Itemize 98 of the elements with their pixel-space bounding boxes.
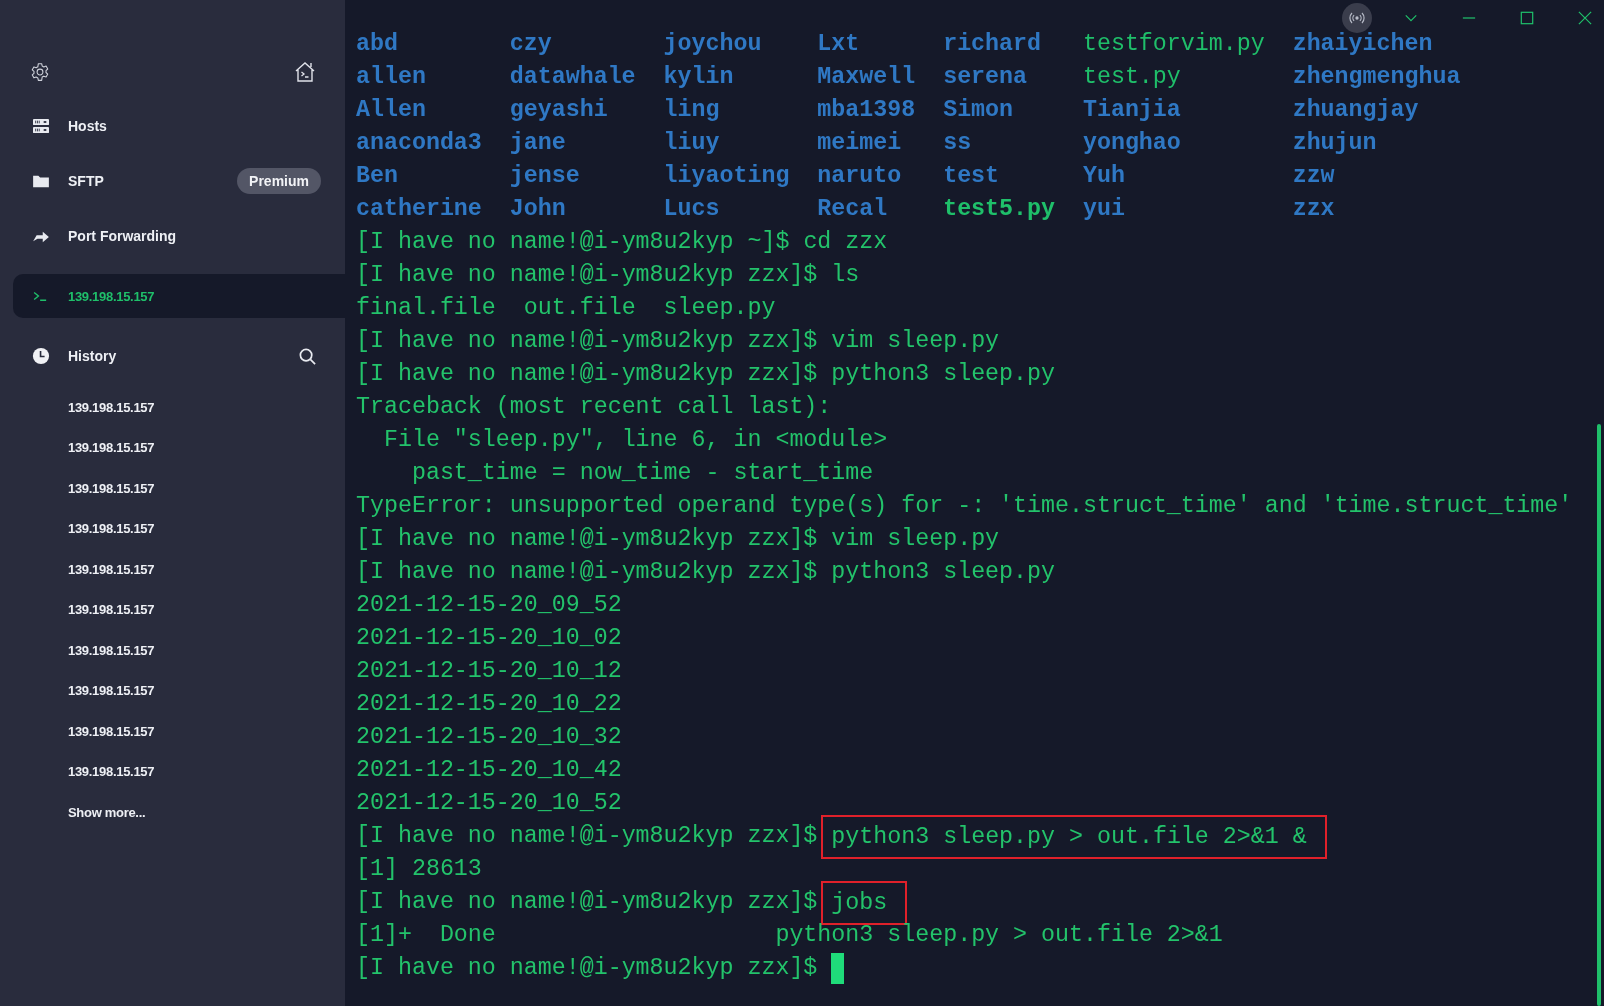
shell-output: TypeError: unsupported operand type(s) for -: 'time.struct_time' and 'time.struct_time' [356,492,1573,521]
shell-prompt: [I have no name!@i-ym8u2kyp zzx]$ [356,822,818,851]
file-name: ling [663,97,720,123]
shell-output: past_time = now_time - start_time [410,459,874,488]
file-name: anaconda3 [356,130,482,156]
home-terminal-icon[interactable] [293,60,317,84]
file-name: Recal [817,196,888,222]
file-name: Lucs [663,196,720,222]
file-name: Allen [356,97,426,123]
shell-command: cd zzx [803,228,888,257]
shell-output: 2021-12-15-20_10_52 [356,789,622,818]
close-icon[interactable] [1578,11,1592,25]
sidebar-item[interactable]: Port Forwarding [0,208,345,263]
shell-prompt: [I have no name!@i-ym8u2kyp zzx]$ [356,360,818,389]
file-name: naruto [817,163,902,189]
file-name: zhengmenghua [1292,64,1461,90]
file-name: test5.py [943,196,1055,222]
shell-prompt: [I have no name!@i-ym8u2kyp zzx]$ [356,261,818,290]
sidebar-item[interactable]: SFTP Premium [0,153,345,208]
scrollbar[interactable] [1597,424,1601,1006]
shell-output: 2021-12-15-20_09_52 [356,591,622,620]
file-name: zzx [1292,196,1335,222]
shell-command: python3 sleep.py [831,360,1055,389]
shell-prompt: [I have no name!@i-ym8u2kyp zzx]$ [356,558,818,587]
file-name: yui [1082,196,1125,222]
history-item[interactable]: 139.198.15.157 [68,602,155,618]
premium-badge: Premium [237,167,321,194]
maximize-icon[interactable] [1520,11,1534,25]
history-item[interactable]: 139.198.15.157 [68,480,155,496]
file-name: zhujun [1292,130,1377,156]
file-name: Simon [943,97,1014,123]
file-name: czy [509,31,552,57]
file-name: Maxwell [817,64,916,90]
file-name: kylin [663,64,734,90]
file-name: serena [943,64,1028,90]
file-name: jane [509,130,566,156]
shell-output: [1] 28613 [356,855,482,884]
file-name: Lxt [817,31,860,57]
file-name: catherine [356,196,482,222]
shell-output: 2021-12-15-20_10_32 [356,723,622,752]
file-name: mba1398 [817,97,916,123]
history-item[interactable]: 139.198.15.157 [68,521,155,537]
shell-prompt: [I have no name!@i-ym8u2kyp zzx]$ [356,888,818,917]
file-name: abd [356,31,398,57]
shell-command: python3 sleep.py > out.file 2>&1 & [821,815,1327,859]
shell-command: vim sleep.py [831,525,1000,554]
file-name: richard [943,31,1042,57]
file-name: datawhale [509,64,636,90]
file-name: joychou [663,31,762,57]
broadcast-icon[interactable] [1342,3,1372,33]
file-name: John [509,196,566,222]
shell-prompt: [I have no name!@i-ym8u2kyp zzx]$ [356,525,818,554]
clock-icon [30,347,52,365]
file-name: ss [943,130,972,156]
file-name: test [943,163,1000,189]
file-name: liyaoting [663,163,790,189]
shell-command: ls [831,261,860,290]
file-name: zhaiyichen [1292,31,1433,57]
shell-output: final.file out.file sleep.py [356,294,776,323]
shell-prompt: [I have no name!@i-ym8u2kyp zzx]$ [356,954,818,983]
file-name: test.py [1082,64,1181,90]
history-item[interactable]: 139.198.15.157 [68,642,155,658]
file-name: jense [509,163,580,189]
shell-output: File "sleep.py", line 6, in <module> [382,426,888,455]
history-item[interactable]: 139.198.15.157 [68,561,155,577]
file-name: yonghao [1082,130,1181,156]
server-icon [30,117,52,134]
file-name: meimei [817,130,902,156]
history-item[interactable]: 139.198.15.157 [68,723,155,739]
shell-output: 2021-12-15-20_10_12 [356,657,622,686]
shell-prompt: [I have no name!@i-ym8u2kyp ~]$ [356,228,790,257]
shell-prompt: [I have no name!@i-ym8u2kyp zzx]$ [356,327,818,356]
shell-output: 2021-12-15-20_10_22 [356,690,622,719]
sidebar-item[interactable]: Hosts [0,98,345,153]
history-item[interactable]: 139.198.15.157 [68,683,155,699]
show-more-link[interactable]: Show more... [68,804,146,820]
file-name: zzw [1292,163,1335,189]
file-name: Ben [356,163,398,189]
search-icon[interactable] [298,346,317,366]
shell-output: Traceback (most recent call last): [356,393,832,422]
file-name: testforvim.py [1082,31,1265,57]
history-title: History [68,348,118,364]
history-item[interactable]: 139.198.15.157 [68,440,155,456]
shell-command: python3 sleep.py [831,558,1055,587]
history-item[interactable]: 139.198.15.157 [68,399,155,415]
file-name: zhuangjay [1292,97,1419,123]
file-name: liuy [663,130,720,156]
folder-icon [30,173,52,188]
settings-icon[interactable] [30,62,50,82]
file-name: Tianjia [1082,97,1181,123]
file-name: allen [356,64,426,90]
history-item[interactable]: 139.198.15.157 [68,764,155,780]
shell-output: 2021-12-15-20_10_02 [356,624,622,653]
file-name: geyashi [509,97,608,123]
shell-command: vim sleep.py [831,327,1000,356]
shell-output: 2021-12-15-20_10_42 [356,756,622,785]
session-tab[interactable]: 139.198.15.157 [13,274,345,318]
file-name: Yuh [1082,163,1125,189]
